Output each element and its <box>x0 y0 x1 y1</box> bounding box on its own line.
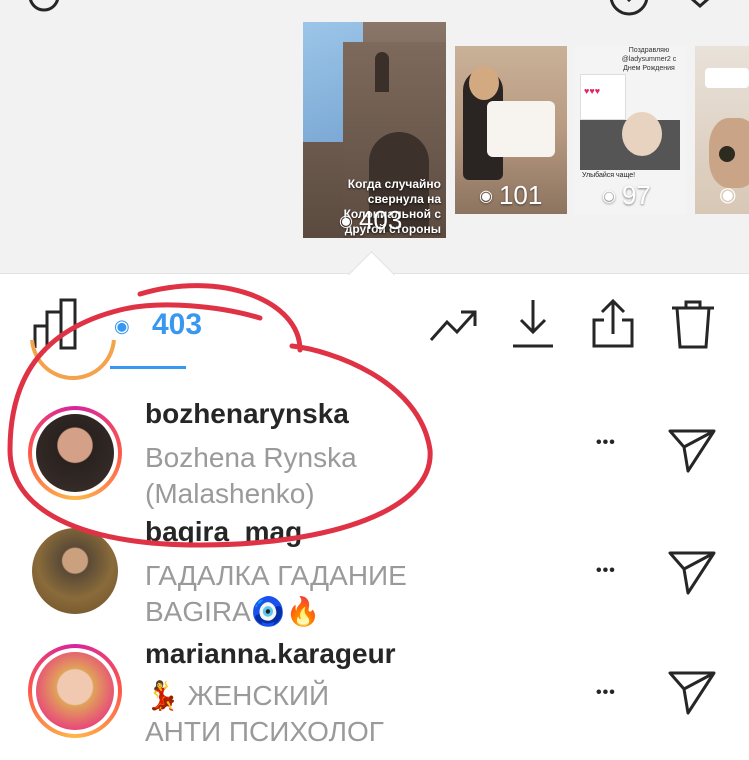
delete-icon[interactable] <box>670 300 716 350</box>
story-footer: Улыбайся чаще! <box>582 172 636 179</box>
window-image <box>375 52 389 92</box>
viewer-fullname-line2: АНТИ ПСИХОЛОГ <box>145 716 384 747</box>
eye-icon: ◉ <box>114 316 130 336</box>
sticker-image <box>705 68 749 88</box>
previous-avatar <box>30 340 116 380</box>
avatar[interactable] <box>32 528 118 614</box>
viewer-row[interactable]: bozhenarynska Bozhena Rynska (Malashenko… <box>0 390 749 510</box>
settings-icon[interactable] <box>20 0 68 22</box>
viewer-username[interactable]: marianna.karageur <box>145 638 396 670</box>
cat-eye-image <box>719 146 735 162</box>
face-image <box>469 66 499 100</box>
story-header: Поздравляю @ladysummer2 с Днем Рождения <box>621 47 677 72</box>
viewer-row[interactable]: bagira_mag ГАДАЛКА ГАДАНИЕ BAGIRA🧿🔥 ••• <box>0 510 749 630</box>
save-story-icon[interactable] <box>604 0 654 20</box>
views-count: 403 <box>152 308 203 341</box>
avatar[interactable] <box>36 652 114 730</box>
viewer-fullname-line2: BAGIRA🧿🔥 <box>145 596 321 627</box>
viewer-fullname-line1: Bozhena Rynska <box>145 442 357 473</box>
viewer-row[interactable]: marianna.karageur 💃 ЖЕНСКИЙ АНТИ ПСИХОЛО… <box>0 636 749 756</box>
story-thumbnail-4[interactable]: ◉ <box>695 46 749 214</box>
story-view-count: 101 <box>498 180 543 210</box>
avatar-story-ring <box>28 406 122 500</box>
story-thumbnail-1[interactable]: Когда случайно свернула на Колониальной … <box>303 22 446 238</box>
promote-icon[interactable] <box>429 308 479 344</box>
viewer-fullname-line1: ГАДАЛКА ГАДАНИЕ <box>145 560 407 591</box>
eye-icon: ◉ <box>602 187 616 205</box>
more-options-button[interactable]: ••• <box>596 684 616 702</box>
story-view-count: 403 <box>358 205 403 235</box>
send-icon[interactable] <box>667 550 717 596</box>
eye-icon: ◉ <box>719 184 737 206</box>
sticker-image <box>487 101 555 157</box>
more-options-button[interactable]: ••• <box>596 562 616 580</box>
avatar-story-ring <box>28 644 122 738</box>
story-thumbnail-3[interactable]: Поздравляю @ladysummer2 с Днем Рождения … <box>574 46 686 214</box>
face-image <box>622 112 662 156</box>
story-views: ◉ 101 <box>479 180 542 211</box>
viewer-fullname-line1: 💃 ЖЕНСКИЙ <box>145 680 330 711</box>
hearts-icon: ♥♥♥ <box>584 86 601 96</box>
viewer-username[interactable]: bagira_mag <box>145 516 302 548</box>
viewer-fullname: 💃 ЖЕНСКИЙ АНТИ ПСИХОЛОГ <box>145 678 465 750</box>
viewer-fullname: Bozhena Rynska (Malashenko) <box>145 440 465 512</box>
more-options-button[interactable]: ••• <box>596 434 616 452</box>
send-icon[interactable] <box>667 428 717 474</box>
story-views: ◉ 97 <box>602 180 651 211</box>
story-thumbnail-2[interactable]: ◉ 101 <box>455 46 567 214</box>
story-strip: Когда случайно свернула на Колониальной … <box>0 0 749 274</box>
views-underline <box>110 366 186 369</box>
eye-icon: ◉ <box>479 187 493 205</box>
small-post-image <box>580 74 626 120</box>
eye-icon: ◉ <box>339 212 353 230</box>
viewer-fullname: ГАДАЛКА ГАДАНИЕ BAGIRA🧿🔥 <box>145 558 465 630</box>
send-icon[interactable] <box>667 670 717 716</box>
story-views: ◉ 403 <box>339 205 402 236</box>
viewer-fullname-line2: (Malashenko) <box>145 478 315 509</box>
story-view-count: 97 <box>621 180 651 210</box>
share-icon[interactable] <box>590 298 636 350</box>
viewer-username[interactable]: bozhenarynska <box>145 398 349 430</box>
avatar[interactable] <box>36 414 114 492</box>
close-icon[interactable] <box>680 0 720 16</box>
download-icon[interactable] <box>511 298 555 350</box>
